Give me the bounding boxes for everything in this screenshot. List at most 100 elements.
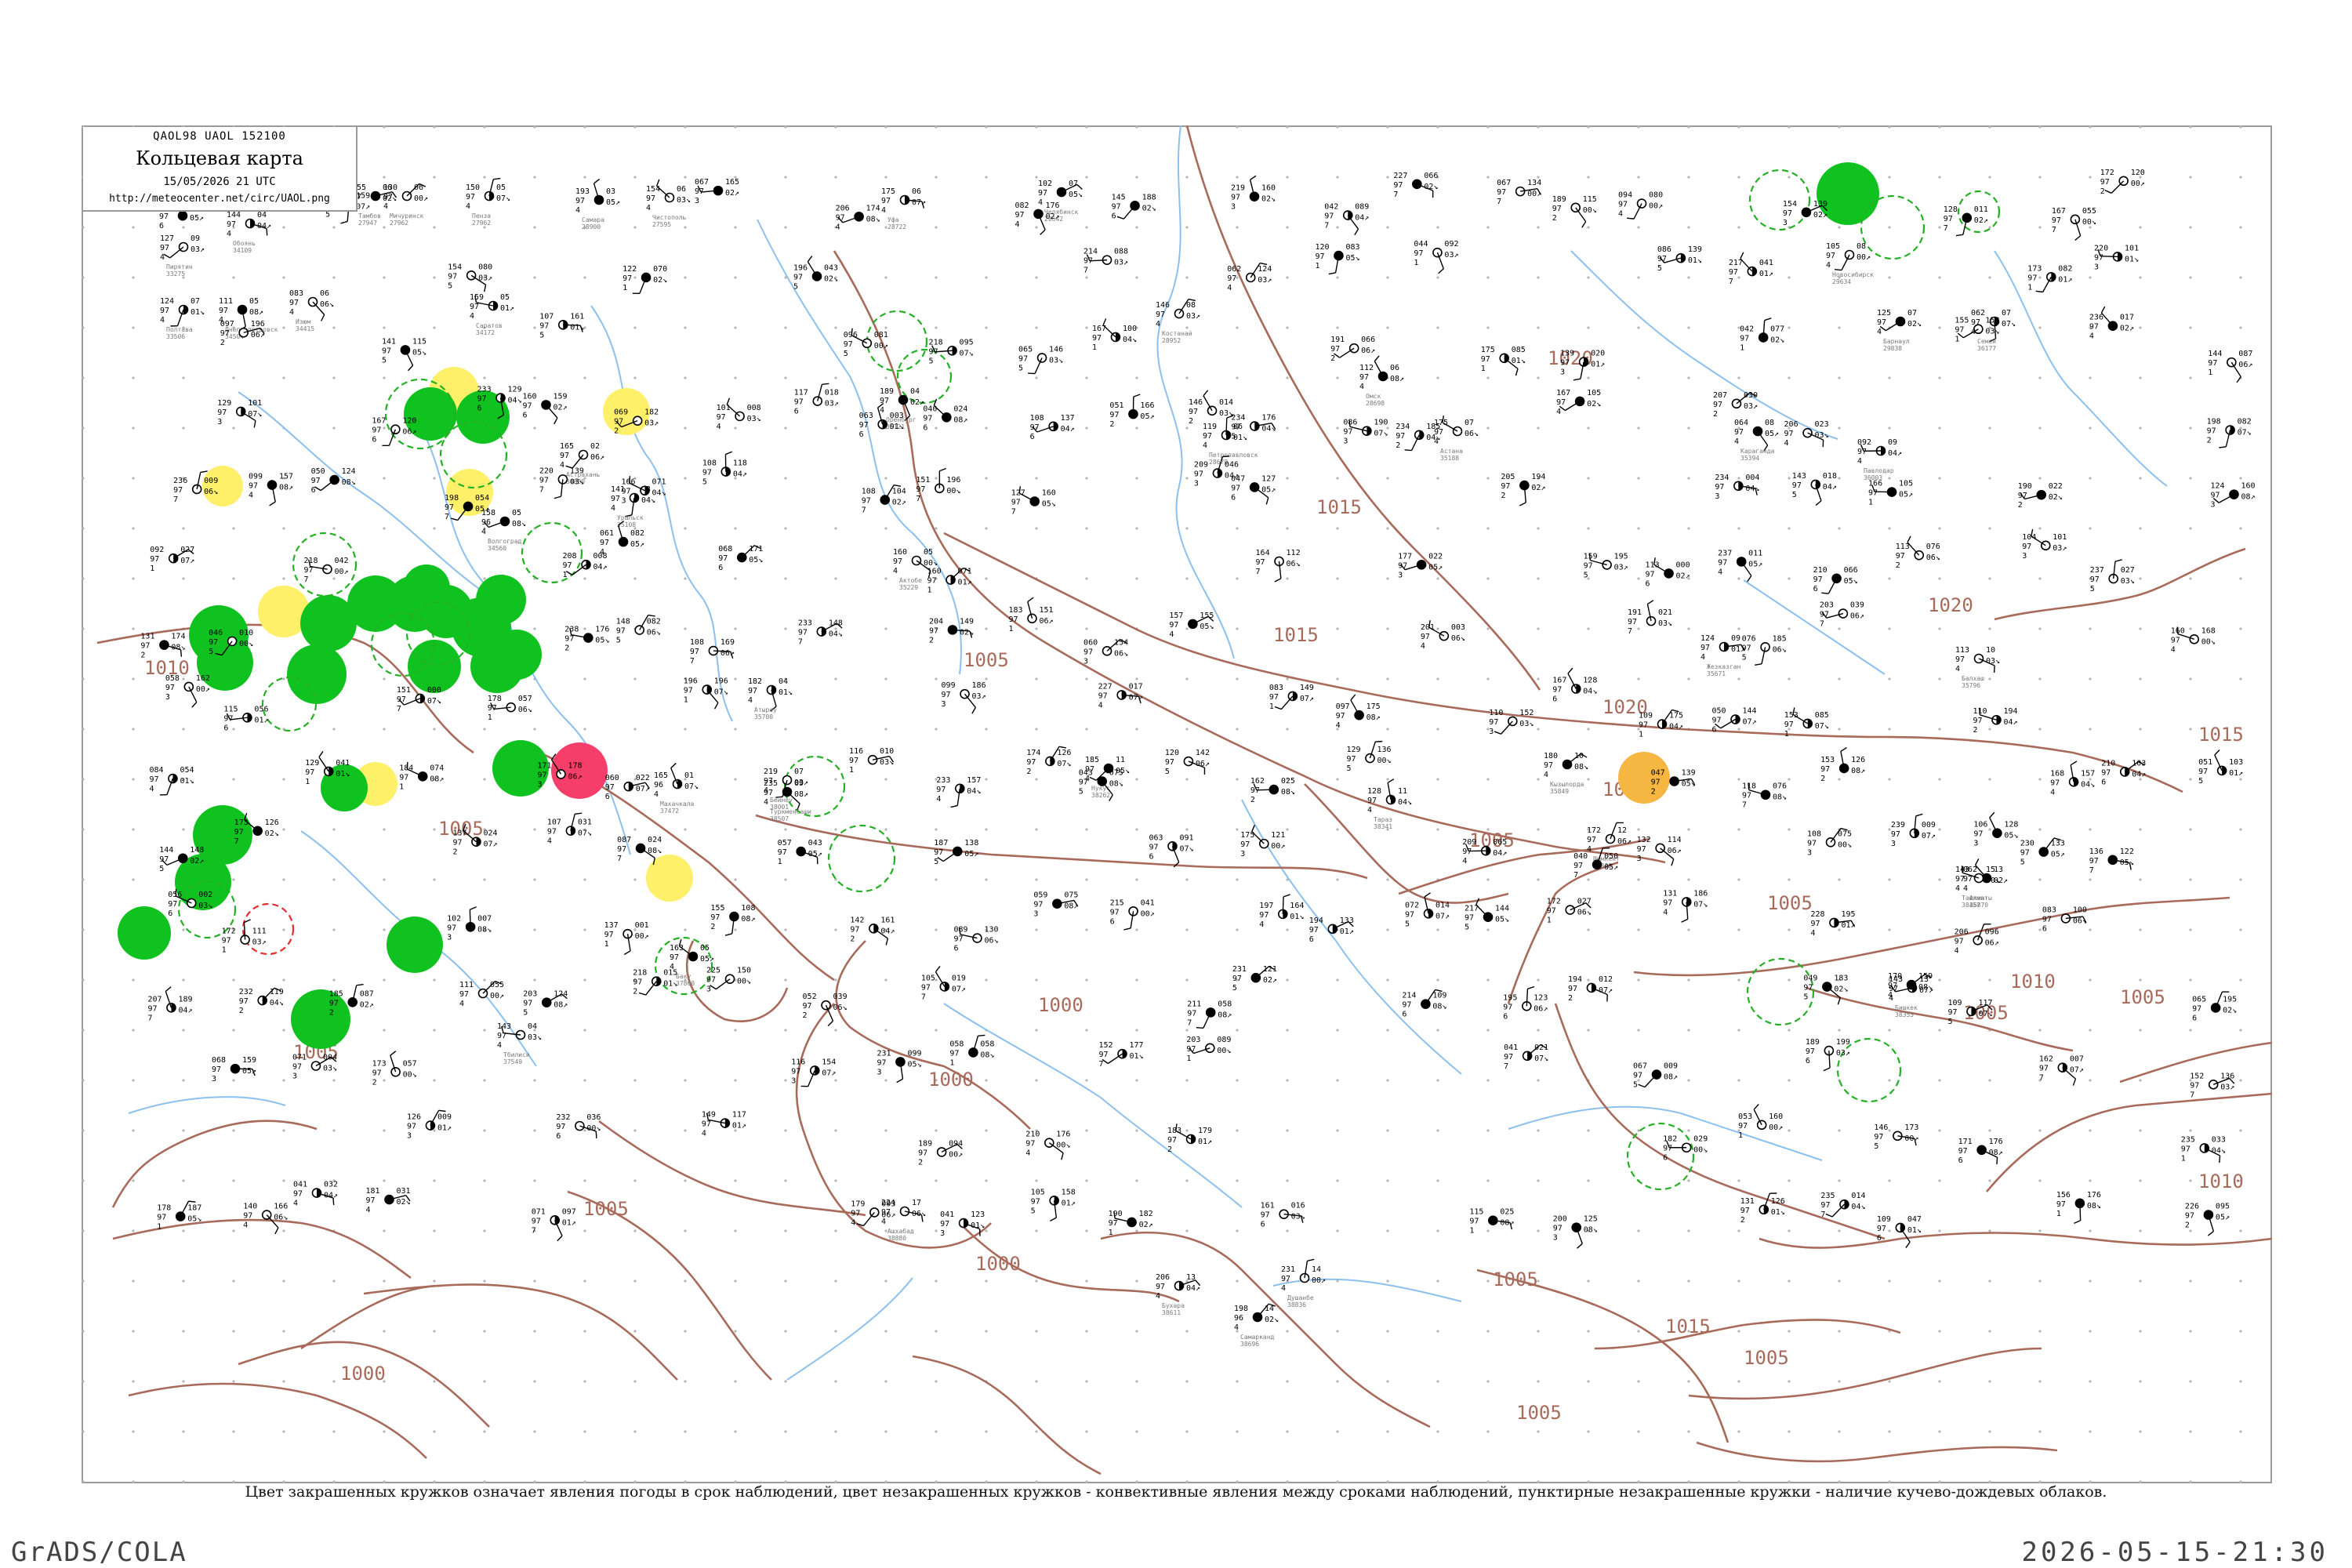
station-dewpoint: 5 xyxy=(844,350,848,358)
station-visibility: 97 xyxy=(1547,907,1556,916)
station-tendency: 00↗ xyxy=(1312,1276,1326,1285)
station-visibility: 97 xyxy=(646,194,655,203)
station-visibility: 97 xyxy=(1165,758,1174,767)
station-tendency: 08↘ xyxy=(1584,1226,1598,1235)
station-temp: 160 xyxy=(522,392,536,401)
station-pressure: 185 xyxy=(1426,423,1440,431)
station-marker xyxy=(1207,405,1218,416)
station-pressure: 100 xyxy=(1123,325,1137,333)
station-tendency: 00↗ xyxy=(196,685,210,694)
station-tendency: 03↗ xyxy=(1836,1049,1850,1058)
station-dewpoint: 4 xyxy=(481,528,486,536)
station-visibility: 97 xyxy=(1396,432,1405,441)
station-visibility: 97 xyxy=(2050,779,2060,787)
station-visibility: 97 xyxy=(1359,373,1369,382)
station-visibility: 97 xyxy=(1462,848,1472,856)
synoptic-map[interactable]: 1020101510201020101510051015101010101005… xyxy=(82,125,2272,1483)
station-tendency: 07↗ xyxy=(1599,986,1613,995)
station-dewpoint: 2 xyxy=(1552,214,1557,223)
station-temp: 181 xyxy=(365,1187,379,1196)
station-temp: 108 xyxy=(1030,414,1044,423)
station-visibility: 97 xyxy=(616,627,626,636)
station-temp: 139 xyxy=(1560,350,1574,358)
station-tendency: 06↗ xyxy=(1361,347,1375,355)
station-dewpoint: 4 xyxy=(748,696,753,705)
station-visibility: 97 xyxy=(605,783,615,792)
station-tendency: 05↗ xyxy=(1428,563,1443,572)
station-dewpoint: 1 xyxy=(399,782,404,791)
station-temp: 209 xyxy=(1194,461,1208,470)
station-visibility: 97 xyxy=(1553,1225,1563,1233)
map-url[interactable]: http://meteocenter.net/circ/UAOL.png xyxy=(83,193,356,205)
station-dewpoint: 7 xyxy=(2089,866,2094,875)
station-tendency: 02↗ xyxy=(910,398,924,407)
station-temp: 231 xyxy=(1281,1265,1295,1274)
station-tendency: 05↘ xyxy=(2004,832,2018,840)
station-id: 34560 xyxy=(488,545,506,552)
shower-circle xyxy=(287,644,347,704)
station-id: 38353 xyxy=(1895,1011,1914,1018)
station-pressure: 112 xyxy=(1287,549,1301,557)
station-temp: 060 xyxy=(605,774,619,782)
station-pressure: 160 xyxy=(2241,482,2255,491)
station-visibility: 97 xyxy=(934,848,943,857)
station-visibility: 97 xyxy=(880,397,889,405)
station-pressure: 148 xyxy=(829,619,843,628)
station-pressure: 074 xyxy=(430,764,444,772)
station-tendency: 01↗ xyxy=(1062,1199,1076,1207)
station-visibility: 97 xyxy=(1281,1275,1290,1283)
isobar-label: 1015 xyxy=(1316,496,1362,518)
station-visibility: 97 xyxy=(2208,359,2217,368)
station-pressure: 085 xyxy=(1512,346,1526,354)
station-pressure: 120 xyxy=(402,417,416,426)
isobar-label: 1000 xyxy=(1038,994,1083,1016)
station-dewpoint: 2 xyxy=(1026,768,1031,776)
station-visibility: 97 xyxy=(2042,915,2052,924)
station-visibility: 97 xyxy=(547,828,557,837)
station-pressure: 020 xyxy=(1591,350,1605,358)
station-pressure: 146 xyxy=(1049,345,1063,354)
station-temp: 148 xyxy=(616,618,630,626)
station-tendency: 06↘ xyxy=(1465,430,1479,438)
station-dewpoint: 1 xyxy=(1008,625,1013,633)
station-tendency: 08↘ xyxy=(512,520,526,528)
station-pressure: 003 xyxy=(890,412,904,420)
cloud-cover xyxy=(176,1212,185,1221)
station-dewpoint: 2 xyxy=(329,1008,334,1017)
station-visibility: 97 xyxy=(223,714,233,723)
shower-circle xyxy=(476,575,526,625)
station-id: 29838 xyxy=(1883,345,1902,352)
station-id: 33275 xyxy=(166,270,185,278)
station-name: Ашхабад xyxy=(887,1227,914,1235)
station-temp: 097 xyxy=(220,320,234,328)
station-tendency: 08↘ xyxy=(477,925,492,934)
station-pressure: 159 xyxy=(1918,972,1933,981)
station-dewpoint: 2 xyxy=(1740,1216,1745,1225)
station-pressure: 080 xyxy=(1649,191,1663,200)
station-visibility: 97 xyxy=(1038,189,1047,198)
station-tendency: 08↗ xyxy=(1367,713,1381,722)
station-dewpoint: 6 xyxy=(605,793,610,801)
station-temp: 191 xyxy=(1330,336,1345,344)
station-tendency: 02↘ xyxy=(824,274,838,283)
station-id: 35700 xyxy=(754,713,773,720)
station-name: Павлодар xyxy=(1864,467,1894,474)
station-temp: 109 xyxy=(1947,999,1962,1007)
station-pressure: 091 xyxy=(1179,833,1193,842)
station-visibility: 97 xyxy=(2020,849,2030,858)
station-id: 35229 xyxy=(899,584,918,591)
station-pressure: 022 xyxy=(2049,482,2063,491)
bulletin-code: QAOL98 UAOL 152100 xyxy=(153,130,286,143)
station-visibility: 97 xyxy=(539,476,549,485)
station-pressure: 157 xyxy=(967,776,981,785)
station-dewpoint: 2 xyxy=(1651,787,1656,796)
station-dewpoint: 4 xyxy=(1888,991,1893,1000)
station-temp: 143 xyxy=(1955,866,1969,874)
station-pressure: 071 xyxy=(958,568,972,576)
station-dewpoint: 3 xyxy=(1240,850,1245,858)
station-visibility: 97 xyxy=(1156,1283,1165,1291)
station-pressure: 05 xyxy=(500,293,510,302)
station-temp: 115 xyxy=(1469,1208,1483,1217)
station-pressure: 173 xyxy=(1904,1123,1918,1132)
station-visibility: 97 xyxy=(1346,755,1356,764)
